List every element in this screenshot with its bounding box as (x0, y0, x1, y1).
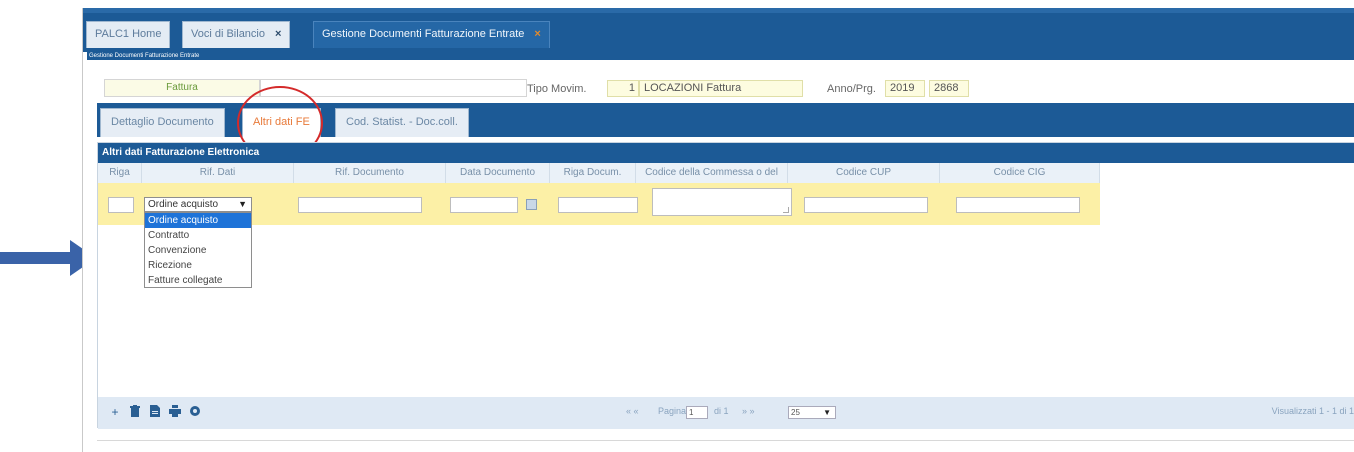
tab-palc1-home[interactable]: PALC1 Home (86, 21, 171, 48)
tipo-movim-label: Tipo Movim. (527, 83, 587, 95)
panel-title: Altri dati Fatturazione Elettronica (98, 143, 1354, 163)
page-input[interactable]: 1 (686, 406, 708, 419)
topbar-stripe (83, 8, 1354, 13)
close-icon[interactable]: × (534, 22, 540, 47)
select-value: Ordine acquisto (148, 199, 219, 210)
col-riga[interactable]: Riga (98, 163, 142, 183)
riga-input[interactable] (108, 197, 134, 213)
rif-dati-dropdown: Ordine acquisto Contratto Convenzione Ri… (144, 212, 252, 288)
close-icon[interactable]: × (275, 22, 281, 47)
grid-footer: + « « Pagina 1 di 1 » » 25 ▼ Visualizzat… (98, 397, 1354, 429)
tipo-movim-desc-field[interactable]: LOCAZIONI Fattura (639, 80, 803, 97)
app-window: PALC1 Home Voci di Bilancio × Gestione Do… (82, 8, 1354, 452)
page-subtitle: Gestione Documenti Fatturazione Entrate (87, 52, 1354, 60)
codice-commessa-textarea[interactable] (652, 188, 792, 216)
page-size-value: 25 (791, 408, 800, 417)
rif-dati-select[interactable]: Ordine acquisto ▼ (144, 197, 252, 212)
export-icon[interactable] (148, 405, 162, 419)
doc-type-field[interactable]: Fattura (104, 79, 260, 97)
col-data-documento[interactable]: Data Documento (446, 163, 550, 183)
data-documento-input[interactable] (450, 197, 518, 213)
print-icon[interactable] (168, 405, 182, 419)
option-fatture-collegate[interactable]: Fatture collegate (145, 273, 251, 288)
anno-field[interactable]: 2019 (885, 80, 925, 97)
page-count: di 1 (714, 406, 729, 416)
codice-cig-input[interactable] (956, 197, 1080, 213)
pager-first-prev[interactable]: « « (626, 406, 639, 416)
resize-handle-icon[interactable] (783, 207, 789, 213)
rif-documento-input[interactable] (298, 197, 422, 213)
altri-dati-panel: Altri dati Fatturazione Elettronica Riga… (97, 142, 1354, 429)
tab-cod-statist[interactable]: Cod. Statist. - Doc.coll. (335, 108, 469, 137)
pager-label: Pagina (658, 406, 687, 416)
prg-field[interactable]: 2868 (929, 80, 969, 97)
col-codice-commessa[interactable]: Codice della Commessa o del (636, 163, 788, 183)
delete-icon[interactable] (128, 405, 142, 419)
option-convenzione[interactable]: Convenzione (145, 243, 251, 258)
tab-label: Voci di Bilancio (191, 28, 265, 40)
codice-cup-input[interactable] (804, 197, 928, 213)
add-icon[interactable]: + (108, 405, 122, 419)
tab-dettaglio-documento[interactable]: Dettaglio Documento (100, 108, 225, 137)
grid-header: Riga Rif. Dati Rif. Documento Data Docum… (98, 163, 1100, 183)
option-ricezione[interactable]: Ricezione (145, 258, 251, 273)
col-codice-cup[interactable]: Codice CUP (788, 163, 940, 183)
tab-label: Gestione Documenti Fatturazione Entrate (322, 28, 525, 40)
tab-gestione-documenti[interactable]: Gestione Documenti Fatturazione Entrate × (313, 21, 550, 48)
records-count: Visualizzati 1 - 1 di 1 (1271, 406, 1354, 416)
col-rif-dati[interactable]: Rif. Dati (142, 163, 294, 183)
riga-docum-input[interactable] (558, 197, 638, 213)
settings-icon[interactable] (188, 405, 202, 419)
col-riga-docum[interactable]: Riga Docum. (550, 163, 636, 183)
tipo-movim-code-field[interactable]: 1 (607, 80, 639, 97)
tab-label: PALC1 Home (95, 28, 162, 40)
option-contratto[interactable]: Contratto (145, 228, 251, 243)
anno-prg-label: Anno/Prg. (827, 83, 876, 95)
chevron-down-icon: ▼ (823, 408, 831, 417)
divider (97, 440, 1354, 441)
calendar-icon[interactable] (526, 199, 537, 210)
top-tab-bar: PALC1 Home Voci di Bilancio × Gestione Do… (83, 8, 1354, 52)
col-codice-cig[interactable]: Codice CIG (940, 163, 1100, 183)
chevron-down-icon: ▼ (238, 199, 247, 209)
page-size-select[interactable]: 25 ▼ (788, 406, 836, 419)
option-ordine-acquisto[interactable]: Ordine acquisto (145, 213, 251, 228)
pager-next-last[interactable]: » » (742, 406, 755, 416)
tab-voci-di-bilancio[interactable]: Voci di Bilancio × (182, 21, 291, 48)
col-rif-documento[interactable]: Rif. Documento (294, 163, 446, 183)
